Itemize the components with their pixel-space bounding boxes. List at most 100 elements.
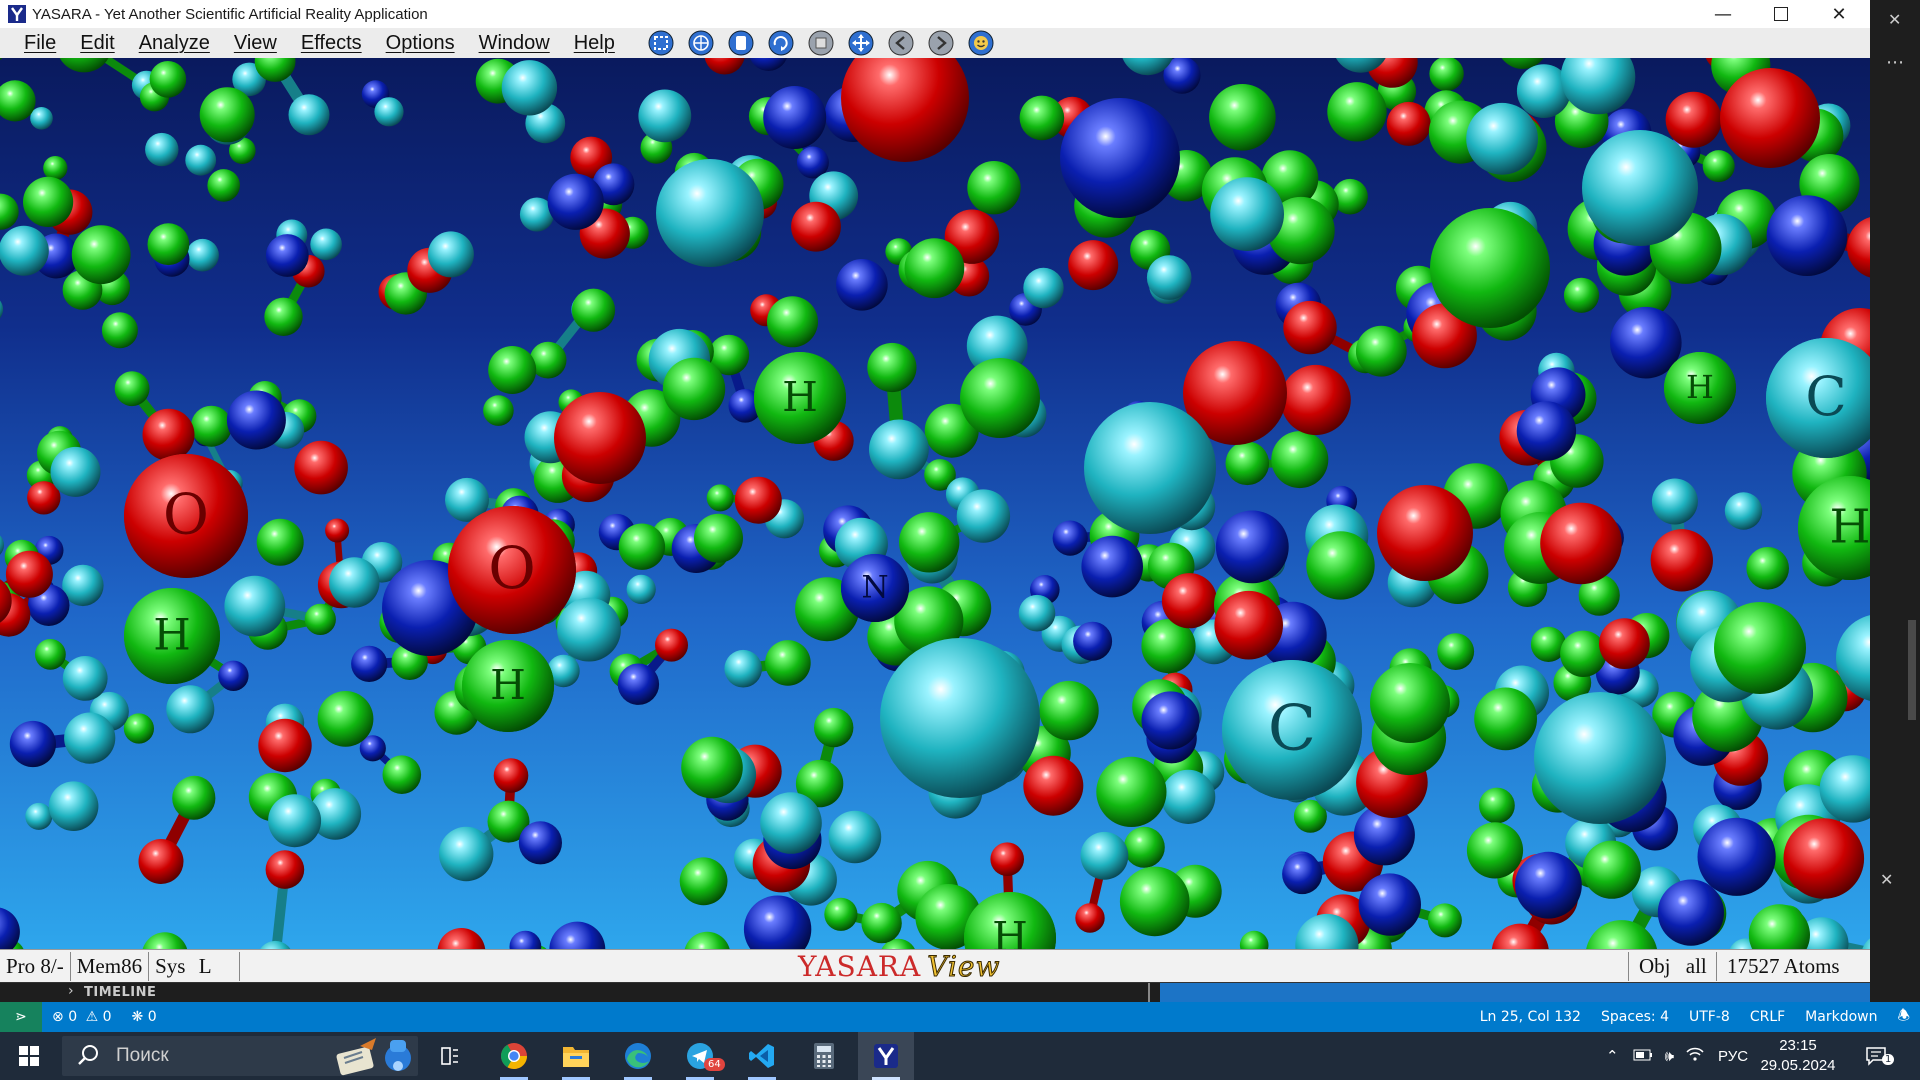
oxygen-atom[interactable] <box>1377 485 1473 581</box>
hydrogen-atom[interactable] <box>304 603 336 636</box>
hydrogen-atom[interactable] <box>1096 756 1167 828</box>
hydrogen-atom[interactable] <box>1714 602 1806 694</box>
oxygen-atom[interactable] <box>1650 529 1714 592</box>
nitrogen-atom[interactable] <box>518 821 563 865</box>
chevron-right-icon[interactable]: › <box>68 983 74 999</box>
hydrogen-atom[interactable] <box>1748 904 1810 949</box>
hydrogen-atom[interactable] <box>1474 687 1537 751</box>
oxygen-atom[interactable] <box>294 440 348 495</box>
carbon-atom[interactable] <box>828 810 882 864</box>
carbon-atom[interactable] <box>1724 492 1763 530</box>
globe-tool-button[interactable] <box>687 29 715 57</box>
document-tool-button[interactable] <box>727 29 755 57</box>
hydrogen-atom[interactable] <box>0 80 36 122</box>
hydrogen-atom[interactable] <box>967 161 1021 215</box>
menu-window[interactable]: Window <box>467 32 562 55</box>
oxygen-atom[interactable] <box>1283 300 1337 355</box>
hydrogen-atom[interactable] <box>483 395 514 426</box>
carbon-atom[interactable] <box>1534 692 1666 824</box>
carbon-atom[interactable] <box>145 132 179 167</box>
hydrogen-atom[interactable] <box>1429 58 1464 91</box>
task-view-button[interactable] <box>422 1032 478 1080</box>
carbon-atom[interactable] <box>186 238 219 272</box>
nitrogen-atom[interactable] <box>549 921 606 949</box>
hydrogen-atom[interactable] <box>101 312 138 349</box>
oxygen-atom[interactable] <box>138 839 184 884</box>
hydrogen-atom[interactable] <box>1430 208 1550 328</box>
oxygen-atom[interactable] <box>493 758 529 793</box>
nitrogen-atom[interactable] <box>1657 879 1724 946</box>
carbon-atom[interactable] <box>638 89 692 143</box>
select-tool-button[interactable] <box>647 29 675 57</box>
carbon-atom[interactable] <box>501 60 558 116</box>
hydrogen-atom[interactable] <box>1327 82 1387 142</box>
carbon-atom[interactable] <box>1161 769 1216 825</box>
hydrogen-atom[interactable] <box>904 238 965 299</box>
nitrogen-atom[interactable] <box>1215 510 1289 584</box>
carbon-atom[interactable] <box>224 575 286 637</box>
carbon-atom[interactable] <box>288 94 330 136</box>
hydrogen-atom[interactable] <box>172 776 216 820</box>
carbon-atom[interactable] <box>1080 831 1129 880</box>
carbon-atom[interactable] <box>329 557 380 608</box>
carbon-atom[interactable] <box>1023 267 1064 309</box>
nitrogen-atom[interactable] <box>1516 401 1577 461</box>
hydrogen-atom[interactable] <box>149 61 187 98</box>
nitrogen-atom[interactable] <box>1052 520 1088 556</box>
oxygen-atom[interactable] <box>1280 364 1351 436</box>
menu-edit[interactable]: Edit <box>68 32 126 55</box>
hydrogen-atom[interactable] <box>1563 277 1600 313</box>
hydrogen-atom[interactable] <box>1702 150 1735 183</box>
oxygen-atom[interactable] <box>265 850 305 889</box>
carbon-atom[interactable] <box>25 802 53 830</box>
hydrogen-atom[interactable] <box>0 193 19 230</box>
hydrogen-atom[interactable] <box>317 691 374 747</box>
menu-view[interactable]: View <box>222 32 289 55</box>
hydrogen-atom[interactable] <box>684 931 730 949</box>
cursor-position[interactable]: Ln 25, Col 132 <box>1470 1009 1591 1025</box>
notifications-bell-icon[interactable]: 🕭 <box>1887 1005 1920 1029</box>
nitrogen-atom[interactable] <box>1358 873 1422 936</box>
oxygen-atom[interactable] <box>325 518 350 543</box>
hydrogen-atom[interactable] <box>1466 822 1524 879</box>
carbon-atom[interactable] <box>439 826 494 882</box>
molecule-scene[interactable]: O O H H H H H H C C N <box>0 58 1870 949</box>
hydrogen-atom[interactable] <box>1355 325 1407 377</box>
oxygen-atom[interactable] <box>258 718 312 773</box>
carbon-atom[interactable] <box>185 144 217 176</box>
hydrogen-atom[interactable] <box>199 87 255 143</box>
carbon-atom[interactable] <box>1466 102 1538 175</box>
hydrogen-atom[interactable] <box>207 169 240 202</box>
carbon-atom[interactable] <box>557 597 621 662</box>
hydrogen-atom[interactable] <box>147 223 190 266</box>
carbon-atom[interactable] <box>1651 478 1698 525</box>
menu-effects[interactable]: Effects <box>289 32 374 55</box>
carbon-atom[interactable] <box>724 649 762 688</box>
hydrogen-atom[interactable] <box>867 342 917 393</box>
hydrogen-atom[interactable] <box>382 755 422 794</box>
hydrogen-atom[interactable] <box>1306 531 1375 600</box>
hydrogen-atom[interactable] <box>35 639 66 670</box>
hydrogen-atom[interactable] <box>1123 826 1165 868</box>
hydrogen-atom[interactable] <box>43 156 68 181</box>
line-endings[interactable]: CRLF <box>1740 1009 1795 1025</box>
mood-tool-button[interactable] <box>967 29 995 57</box>
carbon-atom[interactable] <box>50 446 101 497</box>
file-encoding[interactable]: UTF-8 <box>1679 1009 1740 1025</box>
rewind-tool-button[interactable] <box>887 29 915 57</box>
carbon-atom[interactable] <box>310 228 342 261</box>
oxygen-atom[interactable] <box>1075 903 1105 933</box>
hydrogen-atom[interactable] <box>1271 431 1329 489</box>
start-button[interactable] <box>0 1032 58 1080</box>
nitrogen-atom[interactable] <box>547 173 604 230</box>
hydrogen-atom[interactable] <box>1119 866 1190 937</box>
hydrogen-atom[interactable] <box>123 713 154 744</box>
maximize-button[interactable] <box>1752 0 1810 28</box>
minimize-button[interactable]: — <box>1694 0 1752 28</box>
oxygen-atom[interactable] <box>1599 618 1650 669</box>
oxygen-atom[interactable] <box>791 201 841 252</box>
oxygen-atom[interactable] <box>990 842 1024 876</box>
hydrogen-atom[interactable] <box>618 523 666 570</box>
remote-indicator[interactable]: ⋗ <box>0 1002 42 1032</box>
oxygen-atom[interactable] <box>734 476 782 524</box>
